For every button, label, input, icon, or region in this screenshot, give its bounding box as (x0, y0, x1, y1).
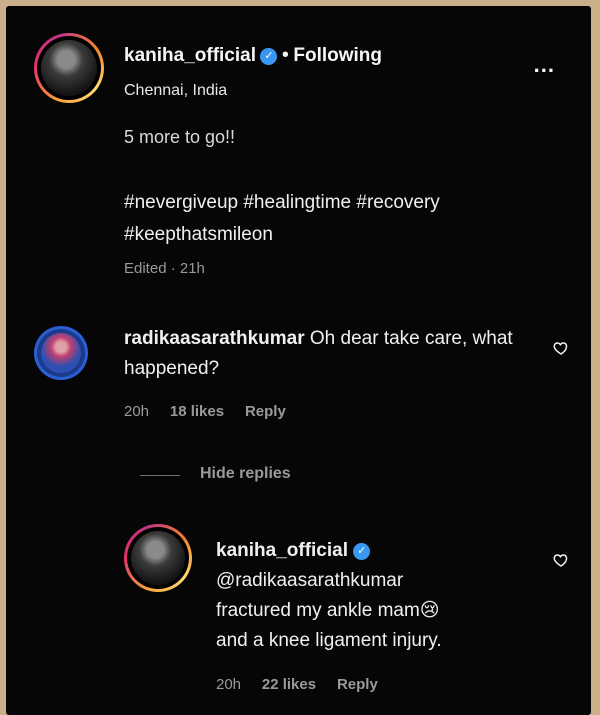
caption-hashtags: #nevergiveup #healingtime #recovery #kee… (124, 192, 440, 245)
comment-time: 20h (124, 403, 150, 420)
following-button[interactable]: Following (293, 45, 382, 66)
reply-username[interactable]: kaniha_official (216, 540, 348, 561)
post-header: kaniha_official ✓ • Following Chennai, I… (6, 6, 591, 131)
commenter-username[interactable]: radikaasarathkumar (124, 328, 305, 349)
verified-badge-icon: ✓ (260, 48, 278, 65)
reply-button[interactable]: Reply (337, 676, 378, 693)
heart-outline-icon[interactable] (553, 552, 569, 568)
comment-actions: 20h 18 likes Reply (124, 403, 286, 420)
author-username[interactable]: kaniha_official (124, 45, 256, 66)
reply-actions: 20h 22 likes Reply (216, 676, 378, 693)
reply-text-line: and a knee ligament injury. (216, 630, 442, 651)
comment-likes[interactable]: 18 likes (170, 403, 224, 420)
sad-face-emoji: 😢 (419, 600, 440, 621)
reply-button[interactable]: Reply (245, 403, 286, 420)
caption-clipped-line: 5 more to go!! (124, 130, 236, 147)
comment-body: radikaasarathkumar Oh dear take care, wh… (124, 324, 534, 384)
post-location[interactable]: Chennai, India (124, 82, 227, 100)
edited-timestamp: Edited · 21h (124, 260, 205, 277)
reply-time: 20h (216, 676, 242, 693)
reply-likes[interactable]: 22 likes (262, 676, 316, 693)
hide-replies-button[interactable]: Hide replies (200, 465, 291, 483)
verified-badge-icon: ✓ (353, 543, 371, 560)
reply-text-line: fractured my ankle mam (216, 600, 420, 621)
reply-body: kaniha_official ✓ @radikaasarathkumar fr… (216, 536, 536, 656)
separator-dot: • (281, 44, 289, 66)
commenter-avatar[interactable] (34, 326, 88, 380)
more-options-icon[interactable]: ... (534, 52, 555, 78)
post-comments-panel: kaniha_official ✓ • Following Chennai, I… (6, 6, 591, 715)
heart-outline-icon[interactable] (553, 340, 569, 356)
author-avatar[interactable] (34, 33, 104, 103)
replies-divider (140, 475, 180, 476)
reply-author-avatar[interactable] (124, 524, 192, 592)
reply-mention[interactable]: @radikaasarathkumar (216, 566, 536, 596)
